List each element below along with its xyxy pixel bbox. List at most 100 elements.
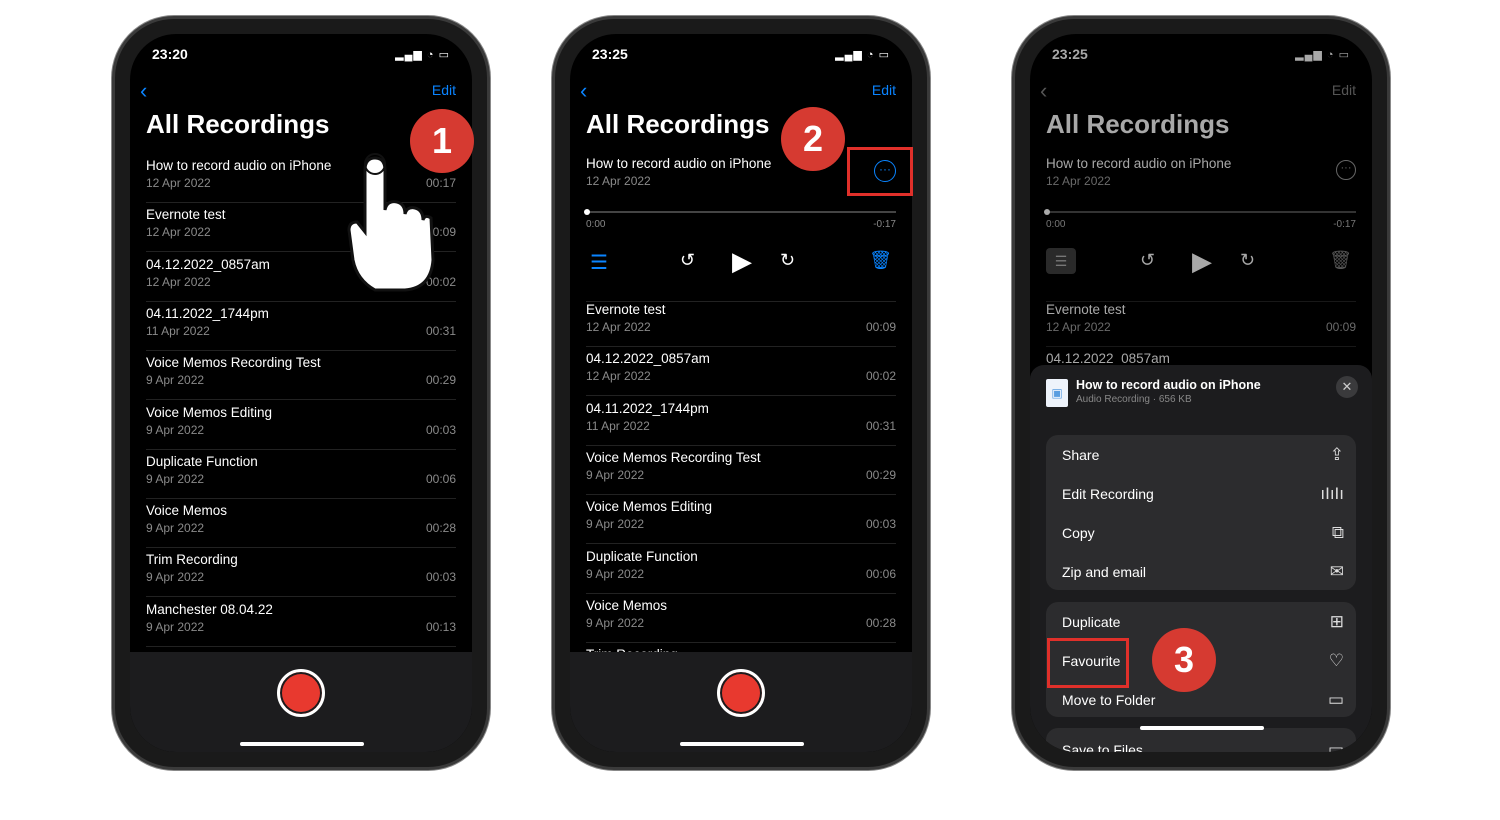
recording-date: 12 Apr 2022 [146,274,211,289]
highlight-favourite [1047,638,1129,688]
recording-row[interactable]: Voice Memos 9 Apr 2022 00:28 [146,499,456,549]
tap-hand-icon [347,153,435,292]
trash-icon[interactable]: 🗑 [869,250,892,271]
settings-sliders-icon[interactable]: ☰ [590,250,608,275]
recording-row[interactable]: Trim Recording 9 Apr 2022 00:03 [146,548,456,598]
recording-row[interactable]: 04.11.2022_1744pm 11 Apr 2022 00:31 [146,302,456,351]
menu-item[interactable]: Edit Recording ıIıIı [1062,474,1344,513]
recording-duration: 00:03 [425,570,456,585]
recording-duration: 00:28 [425,521,456,536]
skip-forward-15-icon[interactable]: ↻ [1240,250,1255,271]
recording-row[interactable]: Duplicate Function 9 Apr 2022 00:06 [146,450,456,499]
recording-duration: 00:31 [425,323,456,338]
recording-date: 11 Apr 2022 [146,323,210,338]
back-chevron-icon[interactable]: ‹ [140,78,147,104]
recording-row[interactable]: Voice Memos Editing 9 Apr 2022 00:03 [146,401,456,450]
menu-group-3: Save to Files ▭ [1046,728,1356,752]
menu-item-label: Zip and email [1062,563,1147,580]
file-info: Audio Recording · 656 KB [1076,394,1192,405]
recording-row[interactable]: Manchester 08.04.22 9 Apr 2022 00:13 [146,598,456,647]
recording-date: 9 Apr 2022 [586,467,645,482]
recording-name: Voice Memos Recording Test [586,449,761,465]
recording-duration: 00:06 [425,471,456,486]
recording-date: 9 Apr 2022 [146,373,205,388]
settings-sliders-icon[interactable]: ☰ [1046,248,1076,274]
home-indicator [1140,726,1264,730]
recording-duration: 00:09 [1325,320,1356,334]
more-options-icon[interactable]: ··· [1336,160,1356,180]
recording-date: 12 Apr 2022 [1046,174,1111,188]
file-name: How to record audio on iPhone [1076,378,1261,392]
home-indicator [240,742,364,746]
recording-row[interactable]: Voice Memos 9 Apr 2022 00:28 [586,594,896,643]
menu-item-icon: ▭ [1327,689,1344,709]
skip-back-15-icon[interactable]: ↺ [680,250,695,271]
recording-date: 9 Apr 2022 [146,471,205,486]
recording-name: Voice Memos [146,503,228,519]
skip-forward-15-icon[interactable]: ↻ [780,250,795,271]
trash-icon[interactable]: 🗑 [1329,250,1352,271]
recording-date: 12 Apr 2022 [146,176,211,190]
phone-2: 23:25 ▂▄▆ ◔ ▭ ‹ Edit All Recordings How … [552,16,930,770]
menu-item[interactable]: Save to Files ▭ [1062,730,1344,753]
close-icon[interactable]: ✕ [1336,376,1358,398]
recording-row[interactable]: Evernote test 12 Apr 2022 00:09 [586,298,896,347]
recording-row[interactable]: Voice Memos Editing 9 Apr 2022 00:03 [586,495,896,545]
recording-row[interactable]: Duplicate Function 9 Apr 2022 00:06 [586,545,896,594]
recording-name: Voice Memos Editing [146,404,273,420]
recording-duration: 00:03 [865,517,896,532]
menu-item-label: Duplicate [1062,613,1121,630]
status-time: 23:25 [1052,46,1088,62]
play-icon[interactable]: ▶ [1192,246,1212,277]
recording-row[interactable]: Voice Memos Recording Test 9 Apr 2022 00… [586,446,896,495]
recording-duration: 00:29 [425,373,456,388]
record-button[interactable] [277,669,325,717]
edit-button[interactable]: Edit [432,82,456,98]
menu-group-1: Share ⇪ Edit Recording ıIıIı Copy ⧉ Zip … [1046,435,1356,590]
recording-date: 9 Apr 2022 [586,566,645,581]
skip-back-15-icon[interactable]: ↺ [1140,250,1155,271]
scrubber[interactable] [584,209,896,215]
edit-button[interactable]: Edit [1332,82,1356,98]
recording-duration: 00:06 [865,566,896,581]
share-sheet: ▣ How to record audio on iPhone Audio Re… [1030,365,1372,752]
play-icon[interactable]: ▶ [732,246,752,277]
status-time: 23:25 [592,46,628,62]
recording-date: 12 Apr 2022 [586,174,651,188]
recording-row[interactable]: Evernote test 12 Apr 2022 00:09 [1046,298,1356,347]
menu-item[interactable]: Zip and email ✉ [1062,552,1344,591]
recording-name: Evernote test [1046,302,1126,317]
status-icons: ▂▄▆ ◔ ▭ [835,49,890,61]
recording-name: Evernote test [586,302,666,317]
status-icons: ▂▄▆ ◔ ▭ [1295,49,1350,61]
recording-date: 9 Apr 2022 [146,422,205,437]
elapsed-time: 0:00 [586,219,606,230]
recording-duration: 00:29 [865,467,896,482]
recording-name: Duplicate Function [146,453,258,469]
recording-row[interactable]: 04.11.2022_1744pm 11 Apr 2022 00:31 [586,397,896,446]
recording-row[interactable]: 04.12.2022_0857am 12 Apr 2022 00:02 [586,347,896,397]
recording-date: 9 Apr 2022 [586,517,645,532]
back-chevron-icon[interactable]: ‹ [580,78,587,104]
expanded-recording: How to record audio on iPhone 12 Apr 202… [1044,152,1356,302]
edit-button[interactable]: Edit [872,82,896,98]
menu-item-icon: ⇪ [1329,444,1344,464]
menu-item-icon: ıIıIı [1320,483,1344,503]
recording-date: 12 Apr 2022 [586,369,651,384]
menu-item[interactable]: Share ⇪ [1062,435,1344,474]
recording-date: 9 Apr 2022 [146,619,205,634]
back-chevron-icon[interactable]: ‹ [1040,78,1047,104]
recording-date: 9 Apr 2022 [146,570,205,585]
recording-name: 04.12.2022_0857am [146,256,270,272]
recording-duration: 00:02 [865,369,896,384]
recording-name: 04.11.2022_1744pm [146,305,269,321]
recording-name: Trim Recording [146,552,238,568]
record-button[interactable] [717,669,765,717]
menu-item[interactable]: Copy ⧉ [1062,513,1344,552]
recording-name: 04.11.2022_1744pm [586,400,709,416]
recording-name: How to record audio on iPhone [586,156,772,171]
recording-name: Duplicate Function [586,548,698,564]
menu-item-icon: ♡ [1328,650,1344,670]
scrubber[interactable] [1044,209,1356,215]
recording-row[interactable]: Voice Memos Recording Test 9 Apr 2022 00… [146,351,456,401]
